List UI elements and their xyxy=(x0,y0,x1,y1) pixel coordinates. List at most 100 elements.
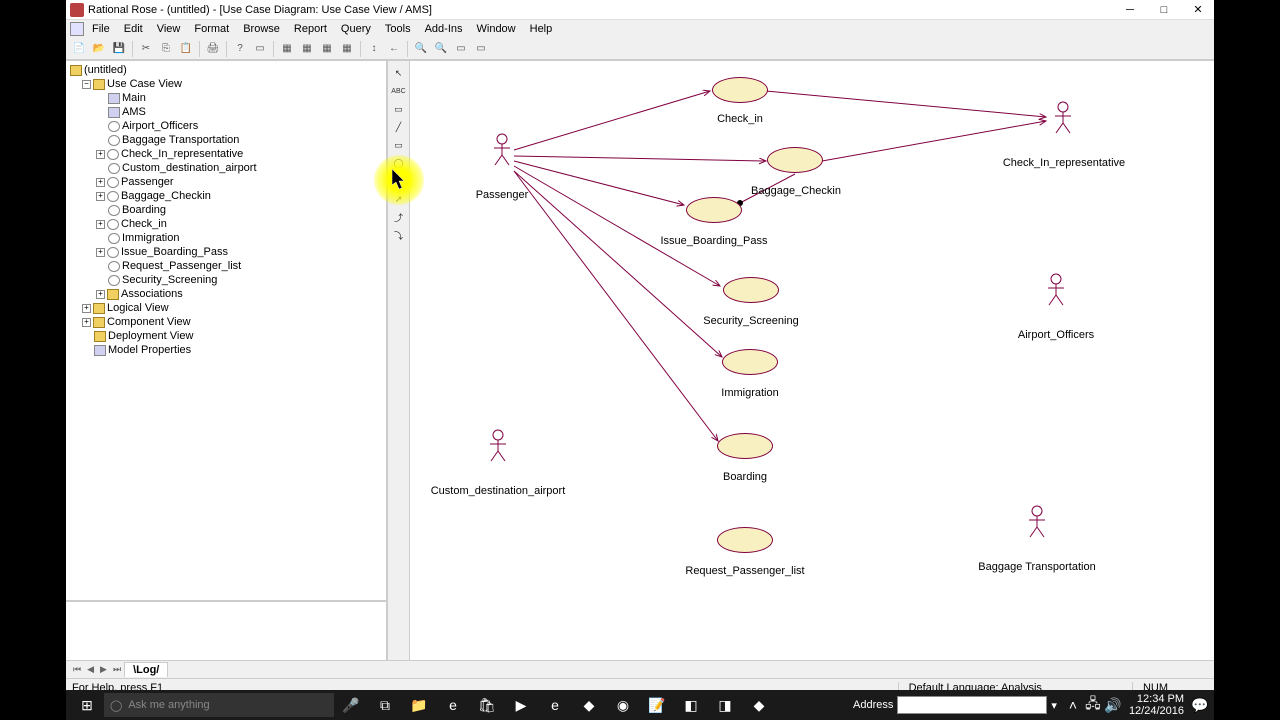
tree-component-view[interactable]: +Component View xyxy=(68,315,384,329)
spec4-icon[interactable]: ▦ xyxy=(338,40,356,58)
pointer-tool[interactable]: ↖ xyxy=(390,65,408,81)
tree-deployment-view[interactable]: Deployment View xyxy=(68,329,384,343)
tab-first-icon[interactable]: ⏮ xyxy=(70,664,84,675)
app4-icon[interactable]: ◨ xyxy=(708,692,742,718)
fit-icon[interactable]: ▭ xyxy=(452,40,470,58)
tree-item[interactable]: +Passenger xyxy=(68,175,384,189)
usecase-issue-boarding[interactable] xyxy=(686,197,742,223)
tab-next-icon[interactable]: ▶ xyxy=(97,664,110,675)
menu-report[interactable]: Report xyxy=(288,22,333,36)
system-clock[interactable]: 12:34 PM 12/24/2016 xyxy=(1123,693,1190,717)
actor-tool[interactable]: 옷 xyxy=(390,173,408,189)
address-input[interactable] xyxy=(897,696,1047,714)
menu-file[interactable]: File xyxy=(86,22,116,36)
menu-edit[interactable]: Edit xyxy=(118,22,149,36)
tree-item[interactable]: Main xyxy=(68,91,384,105)
spec3-icon[interactable]: ▦ xyxy=(318,40,336,58)
assoc-tool[interactable]: ↗ xyxy=(390,191,408,207)
paste-icon[interactable]: 📋 xyxy=(177,40,195,58)
usecase-immigration[interactable] xyxy=(722,349,778,375)
browse-icon[interactable]: ▭ xyxy=(251,40,269,58)
menu-query[interactable]: Query xyxy=(335,22,377,36)
app-icon[interactable]: ▶ xyxy=(504,692,538,718)
menu-help[interactable]: Help xyxy=(524,22,559,36)
actor-baggage-trans[interactable] xyxy=(1027,505,1047,539)
menu-window[interactable]: Window xyxy=(471,22,522,36)
open-icon[interactable]: 📂 xyxy=(90,40,108,58)
address-dropdown-icon[interactable]: ▾ xyxy=(1051,699,1057,712)
menu-view[interactable]: View xyxy=(151,22,187,36)
tree-model-props[interactable]: Model Properties xyxy=(68,343,384,357)
store-icon[interactable]: 🛍 xyxy=(470,692,504,718)
tree-item[interactable]: Custom_destination_airport xyxy=(68,161,384,175)
minimize-button[interactable]: ─ xyxy=(1118,2,1142,18)
package-tool[interactable]: ▭ xyxy=(390,137,408,153)
gen-tool[interactable]: ⤵ xyxy=(390,227,408,243)
tab-prev-icon[interactable]: ◀ xyxy=(84,664,97,675)
nav1-icon[interactable]: ↕ xyxy=(365,40,383,58)
actor-passenger[interactable] xyxy=(492,133,512,167)
usecase-security[interactable] xyxy=(723,277,779,303)
cut-icon[interactable]: ✂ xyxy=(137,40,155,58)
taskview-icon[interactable]: ⧉ xyxy=(368,692,402,718)
tray-vol-icon[interactable]: 🔊 xyxy=(1103,692,1123,718)
note-icon[interactable]: 📝 xyxy=(640,692,674,718)
menu-addins[interactable]: Add-Ins xyxy=(419,22,469,36)
tree-item[interactable]: +Check_in xyxy=(68,217,384,231)
depend-tool[interactable]: ⤴ xyxy=(390,209,408,225)
tool-icon[interactable]: ▭ xyxy=(472,40,490,58)
save-icon[interactable]: 💾 xyxy=(110,40,128,58)
edge-icon[interactable]: e xyxy=(436,692,470,718)
tab-log[interactable]: \Log/ xyxy=(124,662,168,677)
explorer-icon[interactable]: 📁 xyxy=(402,692,436,718)
spec1-icon[interactable]: ▦ xyxy=(278,40,296,58)
app2-icon[interactable]: ◆ xyxy=(572,692,606,718)
new-icon[interactable]: 📄 xyxy=(70,40,88,58)
tree-item[interactable]: +Issue_Boarding_Pass xyxy=(68,245,384,259)
close-button[interactable]: ✕ xyxy=(1186,2,1210,18)
ie-icon[interactable]: e xyxy=(538,692,572,718)
spec2-icon[interactable]: ▦ xyxy=(298,40,316,58)
cortana-search[interactable]: ◯ Ask me anything xyxy=(104,693,334,717)
tree-item[interactable]: Security_Screening xyxy=(68,273,384,287)
usecase-baggage-checkin[interactable] xyxy=(767,147,823,173)
copy-icon[interactable]: ⎘ xyxy=(157,40,175,58)
tree-item[interactable]: +Baggage_Checkin xyxy=(68,189,384,203)
menu-browse[interactable]: Browse xyxy=(237,22,286,36)
menu-format[interactable]: Format xyxy=(188,22,235,36)
notifications-icon[interactable]: 💬 xyxy=(1190,692,1210,718)
tree-item[interactable]: Immigration xyxy=(68,231,384,245)
usecase-tool[interactable]: ◯ xyxy=(390,155,408,171)
usecase-check-in[interactable] xyxy=(712,77,768,103)
actor-checkin-rep[interactable] xyxy=(1053,101,1073,135)
tree-root[interactable]: (untitled) xyxy=(68,63,384,77)
tree-item[interactable]: Boarding xyxy=(68,203,384,217)
note-tool[interactable]: ▭ xyxy=(390,101,408,117)
menu-tools[interactable]: Tools xyxy=(379,22,417,36)
tree-item[interactable]: Request_Passenger_list xyxy=(68,259,384,273)
tray-up-icon[interactable]: ˄ xyxy=(1063,692,1083,718)
mic-icon[interactable]: 🎤 xyxy=(334,692,368,718)
tree-logical-view[interactable]: +Logical View xyxy=(68,301,384,315)
tree-item[interactable]: +Associations xyxy=(68,287,384,301)
tree-item[interactable]: Airport_Officers xyxy=(68,119,384,133)
tree-item[interactable]: Baggage Transportation xyxy=(68,133,384,147)
anchor-tool[interactable]: ╱ xyxy=(390,119,408,135)
documentation-pane[interactable] xyxy=(66,600,386,660)
tree-usecase-view[interactable]: −Use Case View xyxy=(68,77,384,91)
chrome-icon[interactable]: ◉ xyxy=(606,692,640,718)
rose-taskbar-icon[interactable]: ◆ xyxy=(742,692,776,718)
help-icon[interactable]: ? xyxy=(231,40,249,58)
tray-net-icon[interactable]: 🖧 xyxy=(1083,692,1103,718)
usecase-request-pl[interactable] xyxy=(717,527,773,553)
zoom2-icon[interactable]: 🔍 xyxy=(432,40,450,58)
zoom1-icon[interactable]: 🔍 xyxy=(412,40,430,58)
maximize-button[interactable]: □ xyxy=(1152,2,1176,18)
tab-last-icon[interactable]: ⏭ xyxy=(110,664,124,675)
actor-airport-officers[interactable] xyxy=(1046,273,1066,307)
app3-icon[interactable]: ◧ xyxy=(674,692,708,718)
model-tree[interactable]: (untitled) −Use Case View Main AMS Airpo… xyxy=(66,61,386,600)
text-tool[interactable]: ABC xyxy=(390,83,408,99)
usecase-boarding[interactable] xyxy=(717,433,773,459)
tree-item[interactable]: AMS xyxy=(68,105,384,119)
